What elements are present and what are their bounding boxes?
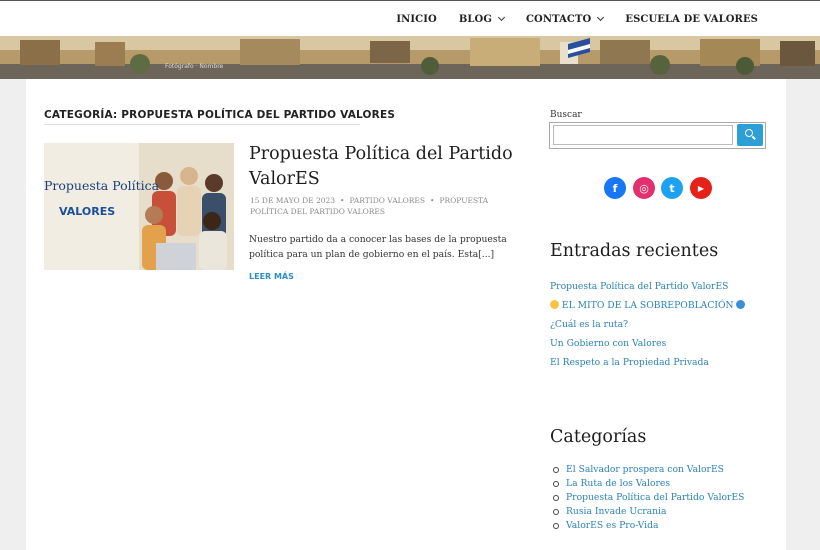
post-thumbnail[interactable]: Propuesta Política VALORES: [44, 143, 234, 270]
chevron-down-icon: [497, 13, 506, 22]
post-meta: 15 DE MAYO DE 2023 • PARTIDO VALORES • PROPU…: [250, 196, 489, 216]
search-label: Buscar: [550, 110, 582, 120]
category-link[interactable]: La Ruta de los Valores: [566, 478, 670, 489]
nav-item-contacto[interactable]: CONTACTO: [525, 13, 605, 25]
list-bullet: [553, 523, 559, 529]
thumbnail-heading: Propuesta Política: [44, 178, 160, 193]
twitter-glyph: t: [669, 181, 675, 195]
category-link[interactable]: Rusia Invade Ucrania: [566, 506, 666, 517]
top-navigation-bar: INICIO BLOG CONTACTO ESCUELA DE VALORES: [0, 0, 820, 36]
categories-heading: Categorías: [550, 427, 647, 447]
youtube-glyph: ▶: [697, 183, 705, 193]
nav-item-label: INICIO: [396, 13, 437, 25]
recent-post-label: EL MITO DE LA SOBREPOBLACIÓN: [561, 300, 734, 311]
nav-item-inicio[interactable]: INICIO: [396, 14, 436, 25]
nav-item-label: CONTACTO: [525, 13, 592, 25]
post-author[interactable]: PARTIDO VALORES: [349, 196, 425, 205]
post-title-link[interactable]: Propuesta Política del Partido ValorES: [249, 142, 519, 192]
twitter-icon[interactable]: t: [661, 177, 683, 199]
chevron-down-icon: [597, 13, 605, 22]
nav-item-escuela-de-valores[interactable]: ESCUELA DE VALORES: [625, 14, 758, 25]
search-button[interactable]: [737, 124, 763, 146]
thinking-face-icon: [550, 300, 559, 309]
party-logo: VALORES: [59, 205, 116, 218]
globe-icon: [736, 300, 746, 309]
facebook-icon[interactable]: f: [604, 177, 626, 199]
post-excerpt: Nuestro partido da a conocer las bases d…: [249, 234, 507, 260]
header-banner-image: Fotógrafo · Nombre: [0, 36, 820, 79]
nav-item-label: BLOG: [458, 13, 492, 25]
page-title: CATEGORÍA: PROPUESTA POLÍTICA DEL PARTID…: [44, 109, 396, 121]
read-more-link[interactable]: LEER MÁS: [249, 272, 294, 281]
post-date[interactable]: 15 DE MAYO DE 2023: [250, 196, 335, 205]
title-divider: [44, 124, 360, 125]
recent-post-link[interactable]: ¿Cuál es la ruta?: [550, 319, 628, 330]
recent-post-link-item[interactable]: EL MITO DE LA SOBREPOBLACIÓN: [550, 300, 746, 311]
list-bullet: [553, 495, 559, 501]
list-bullet: [553, 467, 559, 473]
list-bullet: [553, 509, 559, 515]
search-input[interactable]: [553, 125, 733, 145]
main-menu: INICIO BLOG CONTACTO ESCUELA DE VALORES: [374, 1, 758, 37]
category-link[interactable]: Propuesta Política del Partido ValorES: [566, 492, 744, 503]
recent-posts-heading: Entradas recientes: [550, 241, 719, 261]
banner-caption: Fotógrafo · Nombre: [165, 63, 224, 70]
banner-scene: [0, 36, 820, 79]
category-link[interactable]: ValorES es Pro-Vida: [566, 520, 658, 531]
youtube-icon[interactable]: ▶: [690, 177, 712, 199]
facebook-glyph: f: [612, 181, 618, 195]
list-bullet: [553, 481, 559, 487]
instagram-glyph: ◎: [639, 181, 649, 195]
instagram-icon[interactable]: ◎: [633, 177, 655, 199]
recent-post-link[interactable]: Propuesta Política del Partido ValorES: [550, 281, 728, 292]
nav-item-label: ESCUELA DE VALORES: [625, 13, 758, 25]
recent-post-link[interactable]: Un Gobierno con Valores: [550, 338, 666, 349]
category-link[interactable]: El Salvador prospera con ValorES: [566, 464, 724, 475]
nav-item-blog[interactable]: BLOG: [458, 13, 506, 25]
recent-post-link[interactable]: El Respeto a la Propiedad Privada: [550, 357, 709, 368]
